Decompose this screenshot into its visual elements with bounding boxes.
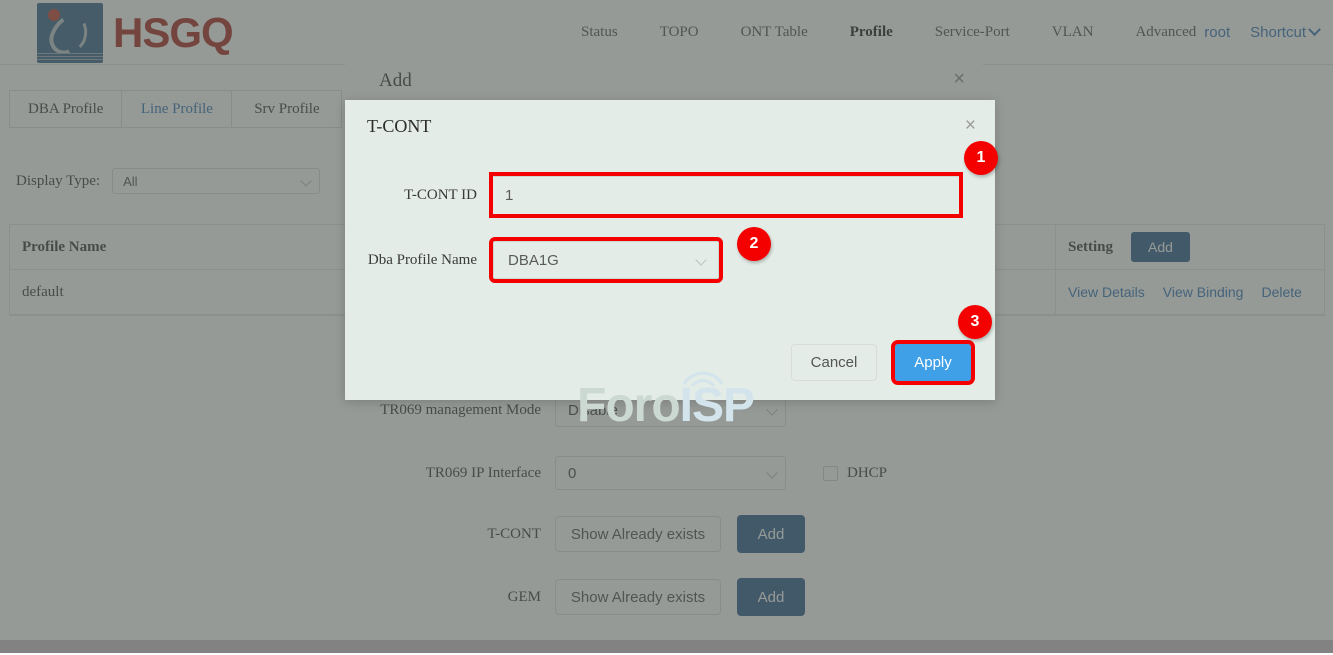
dba-profile-name-select[interactable]: DBA1G [493,241,719,279]
tcont-dialog-title: T-CONT [367,116,431,137]
wifi-arcs-icon [680,364,726,388]
annotation-badge-1: 1 [964,141,998,175]
annotation-badge-3: 3 [958,305,992,339]
field-dba-profile-name: Dba Profile Name DBA1G [345,241,719,279]
tcont-dialog: T-CONT × ForoISP T-CONT ID Dba Profile N… [345,100,995,400]
field-tcont-id: T-CONT ID [345,176,959,214]
annotation-badge-2: 2 [737,227,771,261]
dba-profile-name-label: Dba Profile Name [345,252,493,269]
modal-overlay-bottom-band [0,640,1333,653]
close-icon[interactable]: × [965,116,976,135]
apply-button[interactable]: Apply [895,344,971,381]
tcont-id-input[interactable] [493,176,959,214]
chevron-down-icon [695,254,706,265]
cancel-button[interactable]: Cancel [791,344,877,381]
tcont-dialog-actions: Cancel Apply [791,344,971,381]
tcont-id-label: T-CONT ID [345,187,493,204]
dba-profile-name-value: DBA1G [508,252,559,269]
